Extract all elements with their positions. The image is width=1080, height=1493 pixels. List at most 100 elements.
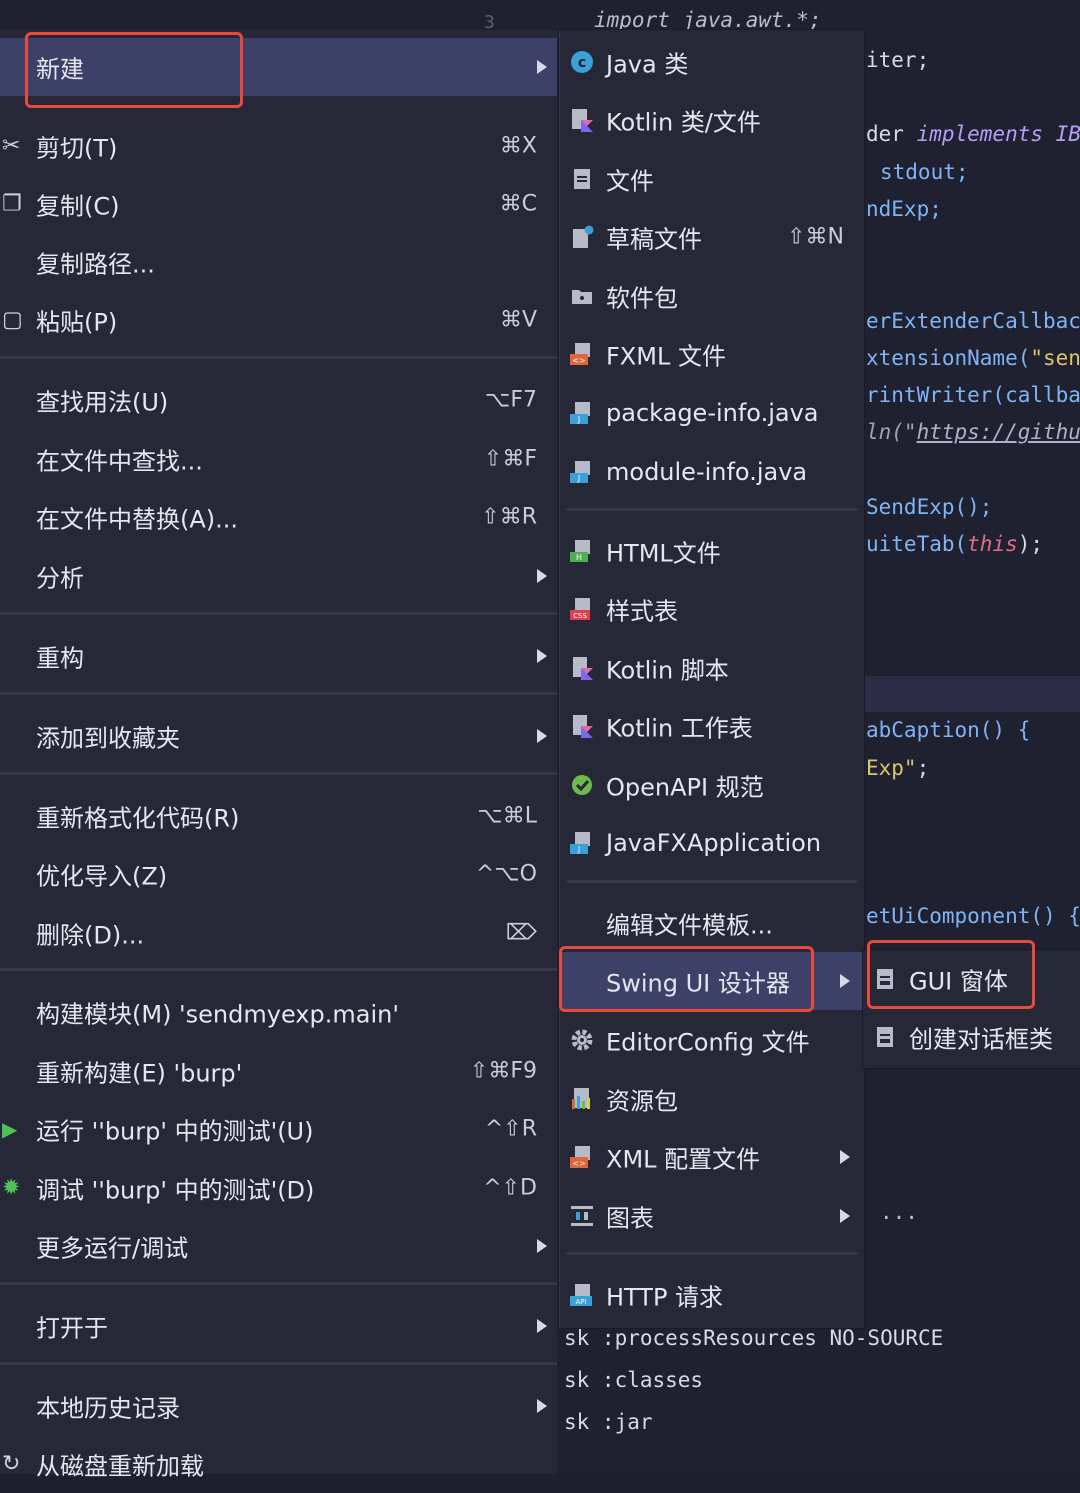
code-line: der implements IB [866,122,1080,146]
menu-item-rebuild[interactable]: 重新构建(E) 'burp' ⇧⌘F9 [0,1042,557,1100]
diagram-icon [571,1206,593,1226]
code-line: rintWriter(callba [866,383,1080,407]
menu-item-package-info[interactable]: J package-info.java [560,384,864,442]
kotlin-file-icon [572,109,593,132]
menu-item-edit-file-templates[interactable]: 编辑文件模板... [560,894,864,952]
menu-item-replace-in-files[interactable]: 在文件中替换(A)... ⇧⌘R [0,488,557,546]
menu-item-refactor[interactable]: 重构 [0,627,557,685]
svg-text:H: H [576,553,582,562]
code-line: abCaption() { [866,718,1031,742]
code-line: xtensionName("sen [866,346,1080,370]
submenu-arrow-icon [537,569,547,583]
code-line: etUiComponent() { [866,904,1080,928]
menu-item-create-dialog-class[interactable]: 创建对话框类 [863,1008,1080,1066]
menu-item-reload-from-disk[interactable]: ↻ 从磁盘重新加载 [0,1435,557,1493]
code-line: erExtenderCallbac [866,309,1080,333]
code-line: ndExp; [866,197,942,221]
code-import: import java.awt.*; [594,8,822,32]
svg-text:J: J [577,845,580,854]
menu-item-local-history[interactable]: 本地历史记录 [0,1377,557,1435]
menu-item-copy-path[interactable]: 复制路径... [0,233,557,291]
console-line: sk :processResources NO-SOURCE [564,1326,944,1350]
menu-item-paste[interactable]: ▢ 粘贴(P) ⌘V [0,291,557,349]
menu-item-cut[interactable]: ✂ 剪切(T) ⌘X [0,117,557,175]
menu-separator [0,612,557,615]
menu-item-optimize-imports[interactable]: 优化导入(Z) ^⌥O [0,845,557,903]
svg-text:CSS: CSS [573,612,587,620]
code-line: Exp"; [866,756,930,780]
menu-item-xml-config[interactable]: <> XML 配置文件 [560,1128,864,1186]
current-line-highlight [863,676,1080,712]
menu-item-file[interactable]: 文件 [560,150,864,208]
copy-icon: ❐ [2,191,22,217]
menu-item-find-usages[interactable]: 查找用法(U) ⌥F7 [0,371,557,429]
menu-item-javafx-application[interactable]: J JavaFXApplication [560,814,864,872]
menu-item-kotlin-file[interactable]: Kotlin 类/文件 [560,91,864,149]
menu-item-http-request[interactable]: API HTTP 请求 [560,1266,864,1324]
scratch-file-icon [573,225,594,248]
menu-item-debug-tests[interactable]: ✹ 调试 ''burp' 中的测试'(D) ^⇧D [0,1159,557,1217]
submenu-arrow-icon [537,1319,547,1333]
menu-item-kotlin-worksheet[interactable]: Kotlin 工作表 [560,697,864,755]
debug-icon: ✹ [2,1175,21,1201]
javafx-icon: J [570,832,590,854]
menu-item-open-in[interactable]: 打开于 [0,1297,557,1355]
menu-item-copy[interactable]: ❐ 复制(C) ⌘C [0,175,557,233]
menu-item-java-class[interactable]: c Java 类 [560,33,864,91]
form-icon [877,969,893,989]
svg-text:J: J [577,415,580,424]
menu-item-editorconfig[interactable]: EditorConfig 文件 [560,1011,864,1069]
context-menu: 新建 ✂ 剪切(T) ⌘X ❐ 复制(C) ⌘C 复制路径... ▢ 粘贴(P)… [0,30,557,1481]
paste-icon: ▢ [2,307,23,333]
submenu-arrow-icon [537,60,547,74]
menu-item-reformat-code[interactable]: 重新格式化代码(R) ⌥⌘L [0,787,557,845]
menu-item-more-run-debug[interactable]: 更多运行/调试 [0,1217,557,1275]
menu-separator [0,1362,557,1365]
menu-item-html-file[interactable]: H HTML文件 [560,522,864,580]
menu-separator [0,1282,557,1285]
menu-item-resource-bundle[interactable]: 资源包 [560,1070,864,1128]
menu-item-new[interactable]: 新建 [0,38,557,96]
gear-icon [571,1029,593,1051]
code-line: stdout; [880,160,969,184]
menu-separator [0,356,557,359]
submenu-arrow-icon [537,1239,547,1253]
menu-item-stylesheet[interactable]: CSS 样式表 [560,580,864,638]
menu-item-add-to-favorites[interactable]: 添加到收藏夹 [0,707,557,765]
dialog-icon [877,1027,893,1047]
menu-item-openapi[interactable]: OpenAPI 规范 [560,756,864,814]
menu-separator [566,1252,858,1255]
menu-item-kotlin-script[interactable]: Kotlin 脚本 [560,639,864,697]
menu-item-diagram[interactable]: 图表 [560,1187,864,1245]
menu-item-fxml-file[interactable]: <> FXML 文件 [560,325,864,383]
svg-text:<>: <> [572,356,585,365]
menu-item-delete[interactable]: 删除(D)... ⌦ [0,904,557,962]
console-line: sk :jar [564,1410,653,1434]
http-request-icon: API [570,1284,592,1306]
menu-item-find-in-files[interactable]: 在文件中查找... ⇧⌘F [0,430,557,488]
submenu-arrow-icon [537,729,547,743]
svg-text:<>: <> [572,1159,585,1168]
menu-item-module-info[interactable]: J module-info.java [560,443,864,501]
fxml-icon: <> [570,343,590,365]
code-line: uiteTab(this); [866,532,1044,556]
menu-item-run-tests[interactable]: ▶ 运行 ''burp' 中的测试'(U) ^⇧R [0,1100,557,1158]
menu-item-package[interactable]: 软件包 [560,267,864,325]
code-line: iter; [866,48,930,72]
submenu-arrow-icon [537,1399,547,1413]
console-line: sk :classes [564,1368,704,1392]
file-icon [574,169,590,189]
submenu-arrow-icon [537,649,547,663]
menu-item-build-module[interactable]: 构建模块(M) 'sendmyexp.main' [0,983,557,1041]
scissors-icon: ✂ [2,133,21,159]
menu-separator [0,692,557,695]
menu-item-analyze[interactable]: 分析 [0,547,557,605]
code-line: ln("https://githu [866,420,1080,444]
run-icon: ▶ [2,1117,18,1141]
menu-item-swing-ui-designer[interactable]: Swing UI 设计器 [560,952,864,1010]
menu-item-scratch-file[interactable]: 草稿文件 ⇧⌘N [560,208,864,266]
xml-icon: <> [570,1146,590,1168]
resource-bundle-icon [572,1088,590,1109]
menu-item-gui-form[interactable]: GUI 窗体 [863,950,1080,1008]
menu-separator [566,880,858,883]
